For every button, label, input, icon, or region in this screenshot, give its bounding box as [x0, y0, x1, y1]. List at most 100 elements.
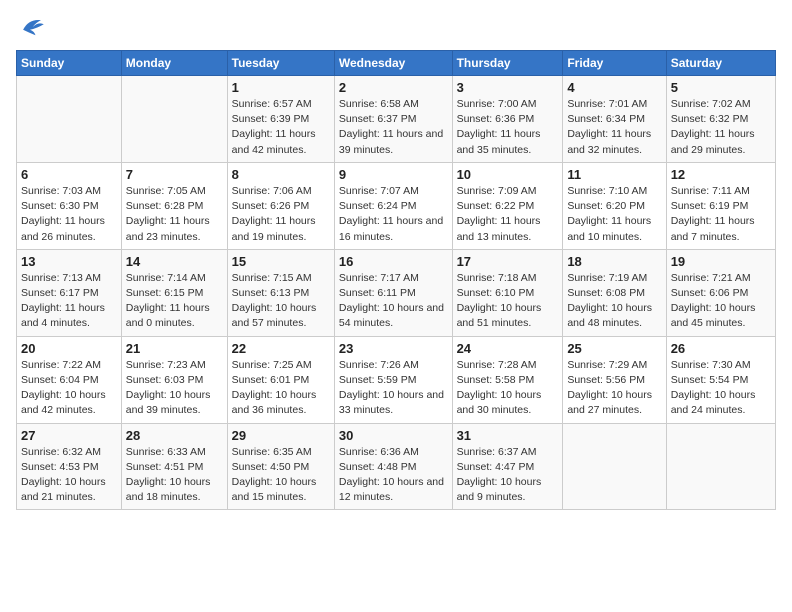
- calendar-cell: [666, 423, 775, 510]
- day-number: 13: [21, 254, 117, 269]
- day-info: Sunrise: 7:11 AM Sunset: 6:19 PM Dayligh…: [671, 184, 771, 245]
- calendar-cell: 30 Sunrise: 6:36 AM Sunset: 4:48 PM Dayli…: [334, 423, 452, 510]
- day-number: 14: [126, 254, 223, 269]
- calendar-cell: 13 Sunrise: 7:13 AM Sunset: 6:17 PM Dayli…: [17, 249, 122, 336]
- day-info: Sunrise: 7:00 AM Sunset: 6:36 PM Dayligh…: [457, 97, 559, 158]
- day-info: Sunrise: 7:13 AM Sunset: 6:17 PM Dayligh…: [21, 271, 117, 332]
- day-number: 1: [232, 80, 330, 95]
- calendar-cell: 11 Sunrise: 7:10 AM Sunset: 6:20 PM Dayli…: [563, 162, 666, 249]
- day-info: Sunrise: 7:30 AM Sunset: 5:54 PM Dayligh…: [671, 358, 771, 419]
- calendar-cell: 18Sunrise: 7:19 AM Sunset: 6:08 PM Dayli…: [563, 249, 666, 336]
- day-info: Sunrise: 7:06 AM Sunset: 6:26 PM Dayligh…: [232, 184, 330, 245]
- day-info: Sunrise: 7:01 AM Sunset: 6:34 PM Dayligh…: [567, 97, 661, 158]
- day-number: 7: [126, 167, 223, 182]
- calendar-cell: 24Sunrise: 7:28 AM Sunset: 5:58 PM Dayli…: [452, 336, 563, 423]
- day-info: Sunrise: 7:29 AM Sunset: 5:56 PM Dayligh…: [567, 358, 661, 419]
- calendar-cell: 3 Sunrise: 7:00 AM Sunset: 6:36 PM Daylig…: [452, 76, 563, 163]
- day-number: 24: [457, 341, 559, 356]
- day-info: Sunrise: 7:17 AM Sunset: 6:11 PM Dayligh…: [339, 271, 448, 332]
- day-number: 30: [339, 428, 448, 443]
- calendar-cell: 26 Sunrise: 7:30 AM Sunset: 5:54 PM Dayli…: [666, 336, 775, 423]
- calendar-cell: [121, 76, 227, 163]
- day-info: Sunrise: 7:02 AM Sunset: 6:32 PM Dayligh…: [671, 97, 771, 158]
- calendar-table: SundayMondayTuesdayWednesdayThursdayFrid…: [16, 50, 776, 510]
- day-number: 4: [567, 80, 661, 95]
- day-number: 31: [457, 428, 559, 443]
- day-number: 16: [339, 254, 448, 269]
- day-info: Sunrise: 7:05 AM Sunset: 6:28 PM Dayligh…: [126, 184, 223, 245]
- week-row-1: 1 Sunrise: 6:57 AM Sunset: 6:39 PM Daylig…: [17, 76, 776, 163]
- calendar-cell: 27Sunrise: 6:32 AM Sunset: 4:53 PM Dayli…: [17, 423, 122, 510]
- day-number: 22: [232, 341, 330, 356]
- day-info: Sunrise: 6:58 AM Sunset: 6:37 PM Dayligh…: [339, 97, 448, 158]
- day-number: 28: [126, 428, 223, 443]
- calendar-cell: 14 Sunrise: 7:14 AM Sunset: 6:15 PM Dayli…: [121, 249, 227, 336]
- day-info: Sunrise: 6:35 AM Sunset: 4:50 PM Dayligh…: [232, 445, 330, 506]
- calendar-cell: 9 Sunrise: 7:07 AM Sunset: 6:24 PM Daylig…: [334, 162, 452, 249]
- calendar-cell: 25 Sunrise: 7:29 AM Sunset: 5:56 PM Dayli…: [563, 336, 666, 423]
- calendar-cell: 4 Sunrise: 7:01 AM Sunset: 6:34 PM Daylig…: [563, 76, 666, 163]
- calendar-cell: 31 Sunrise: 6:37 AM Sunset: 4:47 PM Dayli…: [452, 423, 563, 510]
- day-info: Sunrise: 6:37 AM Sunset: 4:47 PM Dayligh…: [457, 445, 559, 506]
- day-info: Sunrise: 7:15 AM Sunset: 6:13 PM Dayligh…: [232, 271, 330, 332]
- day-info: Sunrise: 7:19 AM Sunset: 6:08 PM Dayligh…: [567, 271, 661, 332]
- week-row-5: 27Sunrise: 6:32 AM Sunset: 4:53 PM Dayli…: [17, 423, 776, 510]
- calendar-cell: 17 Sunrise: 7:18 AM Sunset: 6:10 PM Dayli…: [452, 249, 563, 336]
- day-info: Sunrise: 7:07 AM Sunset: 6:24 PM Dayligh…: [339, 184, 448, 245]
- calendar-cell: 15 Sunrise: 7:15 AM Sunset: 6:13 PM Dayli…: [227, 249, 334, 336]
- day-number: 25: [567, 341, 661, 356]
- calendar-cell: 20 Sunrise: 7:22 AM Sunset: 6:04 PM Dayli…: [17, 336, 122, 423]
- day-info: Sunrise: 7:09 AM Sunset: 6:22 PM Dayligh…: [457, 184, 559, 245]
- calendar-cell: 2Sunrise: 6:58 AM Sunset: 6:37 PM Daylig…: [334, 76, 452, 163]
- day-number: 11: [567, 167, 661, 182]
- day-info: Sunrise: 6:36 AM Sunset: 4:48 PM Dayligh…: [339, 445, 448, 506]
- calendar-cell: 7 Sunrise: 7:05 AM Sunset: 6:28 PM Daylig…: [121, 162, 227, 249]
- calendar-cell: 1 Sunrise: 6:57 AM Sunset: 6:39 PM Daylig…: [227, 76, 334, 163]
- day-number: 9: [339, 167, 448, 182]
- day-number: 10: [457, 167, 559, 182]
- calendar-cell: 21 Sunrise: 7:23 AM Sunset: 6:03 PM Dayli…: [121, 336, 227, 423]
- day-info: Sunrise: 7:03 AM Sunset: 6:30 PM Dayligh…: [21, 184, 117, 245]
- day-number: 6: [21, 167, 117, 182]
- day-info: Sunrise: 6:33 AM Sunset: 4:51 PM Dayligh…: [126, 445, 223, 506]
- weekday-header-thursday: Thursday: [452, 51, 563, 76]
- calendar-cell: 12 Sunrise: 7:11 AM Sunset: 6:19 PM Dayli…: [666, 162, 775, 249]
- day-number: 5: [671, 80, 771, 95]
- day-info: Sunrise: 6:57 AM Sunset: 6:39 PM Dayligh…: [232, 97, 330, 158]
- logo: [16, 16, 48, 38]
- calendar-cell: 23Sunrise: 7:26 AM Sunset: 5:59 PM Dayli…: [334, 336, 452, 423]
- weekday-header-monday: Monday: [121, 51, 227, 76]
- calendar-cell: 6 Sunrise: 7:03 AM Sunset: 6:30 PM Daylig…: [17, 162, 122, 249]
- day-number: 8: [232, 167, 330, 182]
- day-number: 20: [21, 341, 117, 356]
- day-info: Sunrise: 7:10 AM Sunset: 6:20 PM Dayligh…: [567, 184, 661, 245]
- day-number: 15: [232, 254, 330, 269]
- week-row-2: 6 Sunrise: 7:03 AM Sunset: 6:30 PM Daylig…: [17, 162, 776, 249]
- day-number: 17: [457, 254, 559, 269]
- calendar-cell: 28 Sunrise: 6:33 AM Sunset: 4:51 PM Dayli…: [121, 423, 227, 510]
- calendar-cell: [563, 423, 666, 510]
- weekday-header-saturday: Saturday: [666, 51, 775, 76]
- page-header: [16, 16, 776, 38]
- calendar-cell: 16 Sunrise: 7:17 AM Sunset: 6:11 PM Dayli…: [334, 249, 452, 336]
- day-info: Sunrise: 7:14 AM Sunset: 6:15 PM Dayligh…: [126, 271, 223, 332]
- day-number: 19: [671, 254, 771, 269]
- calendar-cell: [17, 76, 122, 163]
- weekday-header-wednesday: Wednesday: [334, 51, 452, 76]
- day-number: 23: [339, 341, 448, 356]
- weekday-header-friday: Friday: [563, 51, 666, 76]
- day-number: 12: [671, 167, 771, 182]
- calendar-cell: 29 Sunrise: 6:35 AM Sunset: 4:50 PM Dayli…: [227, 423, 334, 510]
- logo-bird-icon: [16, 16, 44, 38]
- day-number: 21: [126, 341, 223, 356]
- day-number: 26: [671, 341, 771, 356]
- week-row-3: 13 Sunrise: 7:13 AM Sunset: 6:17 PM Dayli…: [17, 249, 776, 336]
- day-info: Sunrise: 7:18 AM Sunset: 6:10 PM Dayligh…: [457, 271, 559, 332]
- calendar-cell: 5 Sunrise: 7:02 AM Sunset: 6:32 PM Daylig…: [666, 76, 775, 163]
- weekday-header-row: SundayMondayTuesdayWednesdayThursdayFrid…: [17, 51, 776, 76]
- day-info: Sunrise: 7:23 AM Sunset: 6:03 PM Dayligh…: [126, 358, 223, 419]
- day-info: Sunrise: 7:22 AM Sunset: 6:04 PM Dayligh…: [21, 358, 117, 419]
- day-number: 3: [457, 80, 559, 95]
- calendar-cell: 8 Sunrise: 7:06 AM Sunset: 6:26 PM Daylig…: [227, 162, 334, 249]
- day-number: 29: [232, 428, 330, 443]
